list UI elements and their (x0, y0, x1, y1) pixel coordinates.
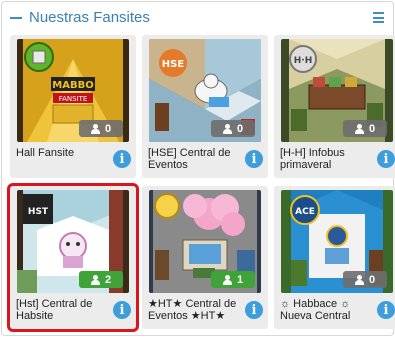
panel-header: Nuestras Fansites (2, 2, 393, 32)
users-badge: 0 (211, 120, 255, 137)
list-view-icon[interactable] (373, 12, 384, 23)
room-name[interactable]: ☼ Habbace ☼ Nueva Central (280, 298, 372, 322)
room-grid: MABBO FANSITE 0 Hall Fansite i HSE 0 [HS… (7, 35, 395, 332)
users-badge: 1 (211, 271, 255, 288)
info-icon[interactable]: i (113, 301, 131, 319)
svg-text:HSE: HSE (162, 59, 185, 70)
svg-text:FANSITE: FANSITE (59, 95, 88, 103)
room-thumbnail[interactable]: HST 2 (17, 190, 129, 293)
room-card[interactable]: HSE 0 [HSE] Central de Eventos i (142, 35, 268, 178)
user-icon (90, 123, 100, 134)
user-icon (90, 274, 100, 285)
room-card[interactable]: ACE 0 ☼ Habbace ☼ Nueva Central i (274, 186, 395, 329)
room-thumbnail[interactable]: 1 (149, 190, 261, 293)
svg-text:ACE: ACE (295, 207, 315, 217)
room-name[interactable]: [HSE] Central de Eventos (148, 147, 240, 171)
collapse-icon[interactable] (10, 16, 22, 19)
user-icon (222, 123, 232, 134)
user-icon (354, 123, 364, 134)
room-card-selected[interactable]: HST 2 [Hst] Central de Habsite i (7, 183, 139, 332)
room-card[interactable]: H·H 0 [H-H] Infobus primaveral i (274, 35, 395, 178)
users-badge: 0 (343, 271, 387, 288)
users-badge: 0 (343, 120, 387, 137)
info-icon[interactable]: i (113, 150, 131, 168)
user-icon (354, 274, 364, 285)
room-name[interactable]: [H-H] Infobus primaveral (280, 147, 372, 171)
users-badge: 2 (79, 271, 123, 288)
room-name[interactable]: ★HT★ Central de Eventos ★HT★ (148, 298, 240, 322)
room-name[interactable]: [Hst] Central de Habsite (16, 298, 108, 322)
svg-text:HST: HST (28, 207, 49, 217)
room-thumbnail[interactable]: ACE 0 (281, 190, 393, 293)
room-card[interactable]: 1 ★HT★ Central de Eventos ★HT★ i (142, 186, 268, 329)
users-badge: 0 (79, 120, 123, 137)
room-name[interactable]: Hall Fansite (16, 147, 108, 159)
room-thumbnail[interactable]: MABBO FANSITE 0 (17, 39, 129, 142)
info-icon[interactable]: i (377, 301, 395, 319)
panel-title: Nuestras Fansites (29, 8, 150, 26)
room-thumbnail[interactable]: HSE 0 (149, 39, 261, 142)
info-icon[interactable]: i (245, 301, 263, 319)
room-card[interactable]: MABBO FANSITE 0 Hall Fansite i (10, 35, 136, 178)
user-icon (222, 274, 232, 285)
svg-text:H·H: H·H (294, 56, 312, 66)
info-icon[interactable]: i (377, 150, 395, 168)
fansites-panel: Nuestras Fansites MABBO FANSITE 0 Hall F… (1, 1, 395, 336)
info-icon[interactable]: i (245, 150, 263, 168)
svg-text:MABBO: MABBO (52, 80, 93, 91)
room-thumbnail[interactable]: H·H 0 (281, 39, 393, 142)
